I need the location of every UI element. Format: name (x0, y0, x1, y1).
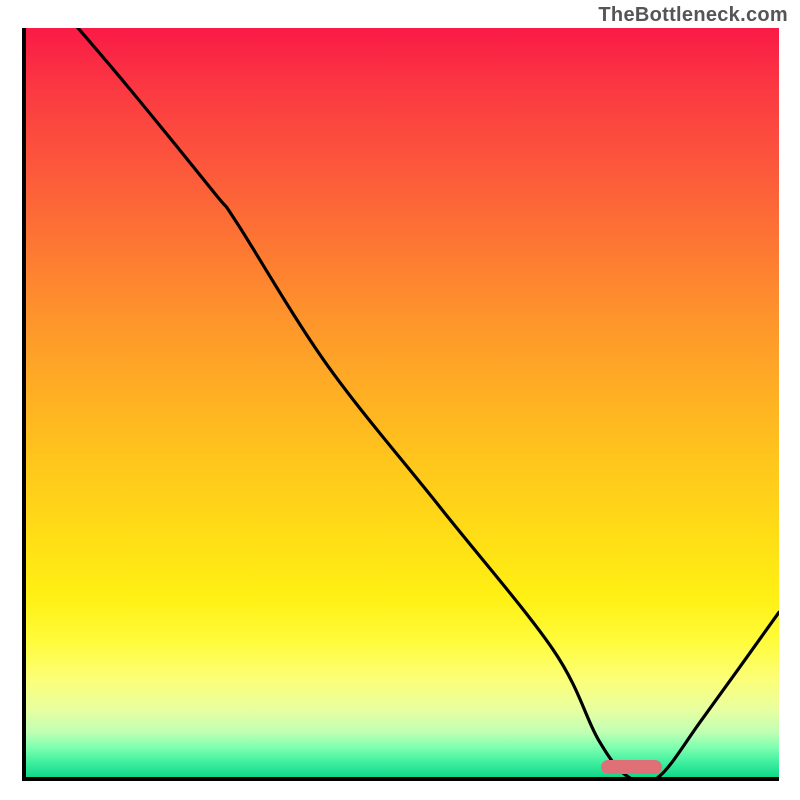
chart-plot-area (22, 28, 779, 781)
watermark-text: TheBottleneck.com (598, 4, 788, 27)
optimal-range-marker (601, 760, 662, 774)
chart-background-gradient (26, 28, 779, 777)
